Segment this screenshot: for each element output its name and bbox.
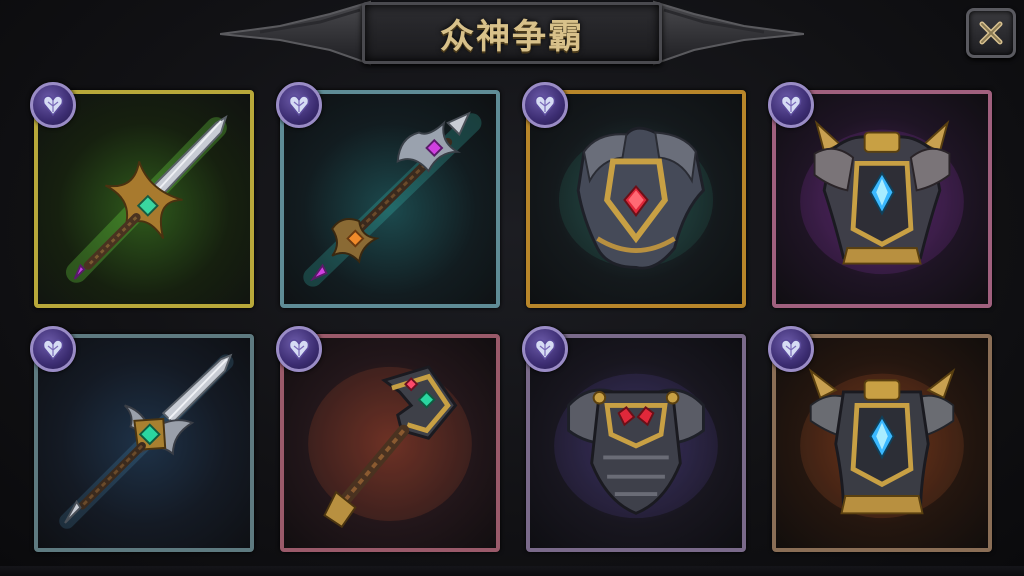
close-button[interactable]	[966, 8, 1016, 58]
lance-icon	[59, 353, 234, 529]
page-title: 众神争霸	[440, 16, 584, 57]
item-badge	[30, 326, 76, 372]
title-banner: 众神争霸	[220, 0, 804, 70]
title-plate: 众神争霸	[362, 2, 662, 64]
heart-shield-icon	[42, 339, 64, 361]
spiked-chest-armor-icon	[800, 119, 964, 275]
heart-shield-icon	[288, 95, 310, 117]
item-badge	[276, 82, 322, 128]
heart-shield-icon	[288, 339, 310, 361]
item-badge	[522, 82, 568, 128]
heart-shield-icon	[534, 339, 556, 361]
item-badge	[522, 326, 568, 372]
double-axe-icon	[303, 111, 482, 287]
item-badge	[276, 326, 322, 372]
close-x-icon	[979, 21, 1003, 45]
heart-shield-icon	[42, 95, 64, 117]
plate-armor-icon	[554, 373, 718, 519]
heart-shield-icon	[780, 95, 802, 117]
greatsword-icon	[65, 114, 228, 283]
next-row-peek	[0, 566, 1024, 576]
item-badge	[768, 326, 814, 372]
item-badge	[768, 82, 814, 128]
warhammer-icon	[308, 365, 472, 529]
heart-shield-icon	[780, 339, 802, 361]
heart-shield-icon	[534, 95, 556, 117]
item-badge	[30, 82, 76, 128]
spiked-plate-armor-icon	[800, 367, 964, 519]
chest-armor-icon	[558, 126, 714, 270]
